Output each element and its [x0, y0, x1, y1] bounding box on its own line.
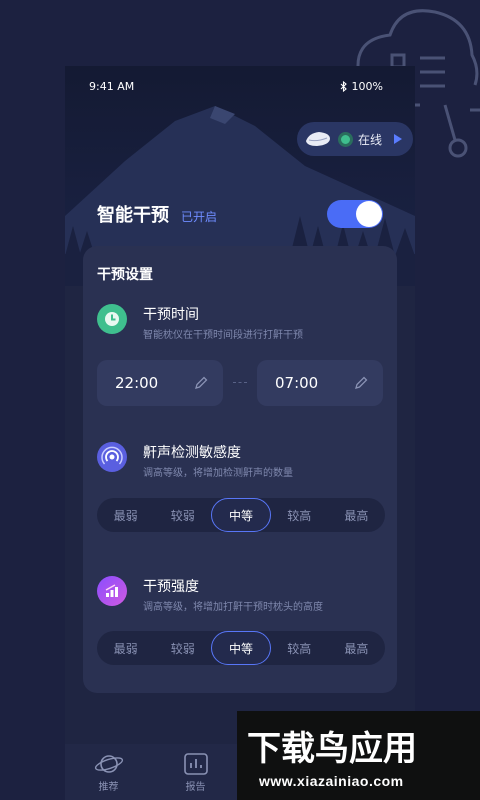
strength-section-title: 干预强度 [143, 579, 199, 595]
sound-wave-icon [97, 442, 127, 472]
smart-intervention-row: 智能干预 已开启 [65, 194, 415, 234]
start-time-value: 22:00 [115, 374, 159, 392]
strength-bars-icon [97, 576, 127, 606]
time-section-title: 干预时间 [143, 307, 199, 323]
strength-option-highest[interactable]: 最高 [328, 631, 385, 665]
smart-intervention-toggle[interactable] [327, 200, 383, 228]
tab-report-label: 报告 [185, 781, 206, 793]
status-right: 100% [340, 80, 383, 93]
time-range-separator [233, 382, 247, 383]
end-time-field[interactable]: 07:00 [257, 360, 383, 406]
tab-recommend-label: 推荐 [98, 781, 119, 793]
toggle-knob [356, 201, 382, 227]
strength-option-weakest[interactable]: 最弱 [97, 631, 154, 665]
play-arrow-icon [394, 134, 402, 144]
bluetooth-icon [340, 80, 347, 92]
strength-section-description: 调高等级，将增加打鼾干预时枕头的高度 [143, 602, 323, 613]
edit-pencil-icon[interactable] [353, 375, 369, 391]
tab-report[interactable]: 报告 [152, 744, 239, 800]
smart-pillow-icon [306, 132, 330, 146]
planet-icon [94, 754, 123, 773]
strength-section-header: 干预强度 调高等级，将增加打鼾干预时枕头的高度 [97, 576, 387, 616]
device-status-label: 在线 [358, 132, 383, 147]
watermark-logo: 下载鸟应用 www.xiazainiao.com [237, 711, 480, 800]
phone-screen: 9:41 AM 100% 在线 智能干预 已开启 干预设置 干预时间 智能枕仪在… [65, 66, 415, 800]
watermark-title: 下载鸟应用 [247, 729, 417, 769]
strength-selector: 最弱 较弱 中等 较高 最高 [97, 631, 385, 665]
end-time-value: 07:00 [275, 374, 319, 392]
smart-intervention-status: 已开启 [181, 209, 218, 224]
status-time: 9:41 AM [89, 79, 135, 93]
time-section-header: 干预时间 智能枕仪在干预时间段进行打鼾干预 [97, 304, 387, 344]
device-status-pill[interactable]: 在线 [297, 122, 413, 156]
strength-option-weak[interactable]: 较弱 [154, 631, 211, 665]
settings-title: 干预设置 [97, 267, 153, 283]
sensitivity-option-medium[interactable]: 中等 [211, 498, 271, 532]
sensitivity-section-description: 调高等级，将增加检测鼾声的数量 [143, 468, 293, 479]
watermark-url: www.xiazainiao.com [259, 773, 404, 789]
status-bar: 9:41 AM 100% [65, 66, 415, 106]
clock-icon [97, 304, 127, 334]
sensitivity-option-high[interactable]: 较高 [271, 498, 328, 532]
strength-option-medium[interactable]: 中等 [211, 631, 271, 665]
smart-intervention-title: 智能干预 [97, 205, 169, 226]
online-dot-icon [338, 131, 353, 147]
sensitivity-section-header: 鼾声检测敏感度 调高等级，将增加检测鼾声的数量 [97, 442, 387, 482]
sensitivity-section-title: 鼾声检测敏感度 [143, 445, 241, 461]
sensitivity-option-weakest[interactable]: 最弱 [97, 498, 154, 532]
intervention-settings-card: 干预设置 干预时间 智能枕仪在干预时间段进行打鼾干预 22:00 07:00 鼾… [83, 246, 397, 693]
battery-level: 100% [351, 79, 383, 93]
sensitivity-option-weak[interactable]: 较弱 [154, 498, 211, 532]
start-time-field[interactable]: 22:00 [97, 360, 223, 406]
sensitivity-option-highest[interactable]: 最高 [328, 498, 385, 532]
sensitivity-selector: 最弱 较弱 中等 较高 最高 [97, 498, 385, 532]
tab-recommend[interactable]: 推荐 [65, 744, 152, 800]
time-section-description: 智能枕仪在干预时间段进行打鼾干预 [143, 330, 303, 341]
strength-option-high[interactable]: 较高 [271, 631, 328, 665]
chart-icon [183, 752, 208, 775]
edit-pencil-icon[interactable] [193, 375, 209, 391]
